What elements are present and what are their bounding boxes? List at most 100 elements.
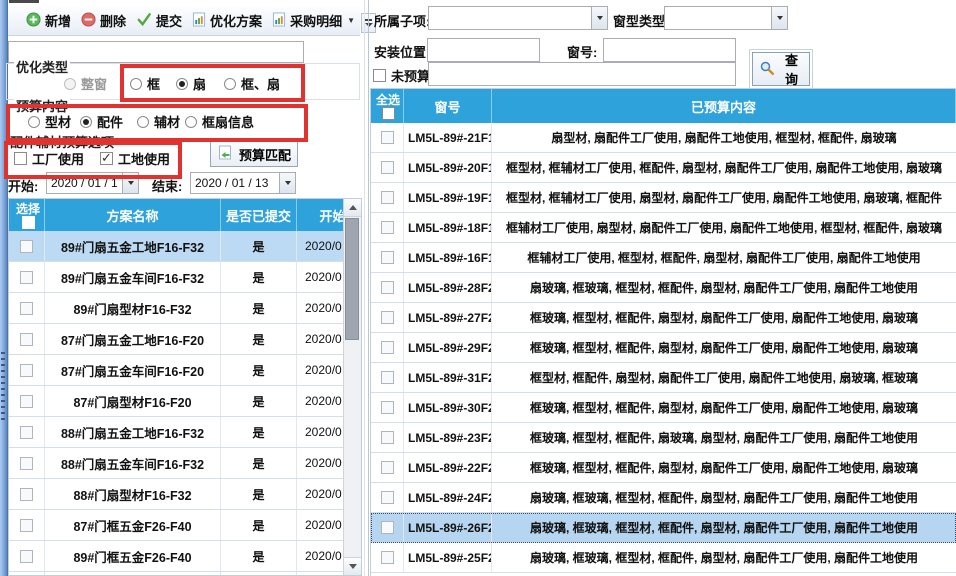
row-select-cell[interactable] (371, 213, 404, 242)
plan-table-row[interactable]: 89#门扇五金工地F16-F32是2020/0 (9, 231, 361, 262)
plan-table-row[interactable]: 88#门扇五金车间F16-F32是2020/0 (9, 448, 361, 479)
window-table-row[interactable]: LM5L-89#-16F15框辅材工厂使用, 框型材, 框配件, 扇型材, 扇配… (371, 243, 956, 273)
plan-table-row[interactable]: 87#门扇五金工地F16-F20是2020/0 (9, 324, 361, 355)
row-select-cell[interactable] (371, 453, 404, 482)
radio-profile[interactable]: 型材 (28, 112, 71, 131)
row-checkbox[interactable] (20, 550, 33, 563)
row-select-cell[interactable] (371, 363, 404, 392)
row-select-cell[interactable] (371, 183, 404, 212)
row-checkbox[interactable] (381, 491, 394, 504)
splitter-grip[interactable] (1, 352, 5, 424)
window-no-input[interactable] (603, 38, 736, 62)
plan-table-row[interactable]: 88#门框五金F21-F40是2020/0 (9, 572, 361, 576)
row-select-cell[interactable] (371, 423, 404, 452)
checkbox-factory-use[interactable]: 工厂使用 (14, 149, 84, 168)
select-all-checkbox[interactable] (382, 107, 395, 120)
plan-table-row[interactable]: 88#门扇五金工地F16-F32是2020/0 (9, 417, 361, 448)
row-select-cell[interactable] (371, 303, 404, 332)
plan-table-row[interactable]: 87#门扇五金车间F16-F20是2020/0 (9, 355, 361, 386)
radio-auxiliary[interactable]: 辅材 (137, 112, 180, 131)
panel-divider[interactable] (368, 0, 369, 576)
window-table-row[interactable]: LM5L-89#-18F16框辅材工厂使用, 扇型材, 扇配件工厂使用, 扇配件… (371, 213, 956, 243)
window-table-row[interactable]: LM5L-89#-30F28框玻璃, 框型材, 框配件, 扇型材, 扇配件工厂使… (371, 393, 956, 423)
row-select-cell[interactable] (371, 153, 404, 182)
row-checkbox[interactable] (20, 395, 33, 408)
row-checkbox[interactable] (20, 271, 33, 284)
row-checkbox[interactable] (20, 364, 33, 377)
row-checkbox[interactable] (381, 461, 394, 474)
vertical-scrollbar[interactable] (343, 199, 361, 575)
plan-table-row[interactable]: 89#门扇五金车间F16-F32是2020/0 (9, 262, 361, 293)
plan-table-row[interactable]: 87#门框五金F26-F40是2020/0 (9, 510, 361, 541)
row-select-cell[interactable] (9, 386, 45, 416)
row-checkbox[interactable] (20, 519, 33, 532)
window-table-row[interactable]: LM5L-89#-21F19扇型材, 扇配件工厂使用, 扇配件工地使用, 框型材… (371, 123, 956, 153)
row-checkbox[interactable] (20, 333, 33, 346)
no-budget-input[interactable] (428, 62, 736, 86)
row-select-cell[interactable] (9, 355, 45, 385)
radio-sash[interactable]: 扇 (176, 74, 206, 93)
optimize-plan-button[interactable]: 优化方案 (187, 9, 267, 32)
chevron-down-icon[interactable] (591, 7, 607, 29)
row-select-cell[interactable] (9, 510, 45, 540)
row-checkbox[interactable] (381, 431, 394, 444)
row-checkbox[interactable] (381, 161, 394, 174)
chevron-down-icon[interactable] (279, 173, 295, 193)
delete-button[interactable]: 删除 (76, 9, 131, 32)
radio-frame[interactable]: 框 (130, 74, 160, 93)
row-checkbox[interactable] (381, 221, 394, 234)
window-table-row[interactable]: LM5L-89#-29F27框玻璃, 框型材, 框配件, 扇型材, 扇配件工厂使… (371, 333, 956, 363)
row-checkbox[interactable] (20, 240, 33, 253)
plan-table-row[interactable]: 88#门扇型材F16-F32是2020/0 (9, 479, 361, 510)
row-select-cell[interactable] (9, 448, 45, 478)
row-checkbox[interactable] (381, 131, 394, 144)
radio-accessory[interactable]: 配件 (80, 112, 123, 131)
window-type-combobox[interactable] (664, 6, 788, 30)
row-select-cell[interactable] (9, 262, 45, 292)
row-checkbox[interactable] (381, 191, 394, 204)
scroll-up-icon[interactable] (344, 199, 361, 217)
sub-item-combobox[interactable] (428, 6, 608, 30)
row-select-cell[interactable] (9, 417, 45, 447)
row-select-cell[interactable] (371, 483, 404, 512)
plan-table-row[interactable]: 87#门扇型材F16-F20是2020/0 (9, 386, 361, 417)
row-checkbox[interactable] (381, 521, 394, 534)
row-select-cell[interactable] (371, 243, 404, 272)
row-select-cell[interactable] (371, 543, 404, 572)
row-checkbox[interactable] (20, 457, 33, 470)
row-select-cell[interactable] (9, 231, 45, 261)
row-select-cell[interactable] (9, 572, 45, 576)
row-checkbox[interactable] (381, 251, 394, 264)
row-checkbox[interactable] (20, 302, 33, 315)
chevron-down-icon[interactable] (122, 173, 138, 193)
budget-match-button[interactable]: 预算匹配 (210, 141, 298, 167)
query-button[interactable]: 查询 (752, 52, 810, 86)
chevron-down-icon[interactable] (771, 7, 787, 29)
window-table-row[interactable]: LM5L-89#-23F21框玻璃, 框型材, 框配件, 扇玻璃, 扇型材, 扇… (371, 423, 956, 453)
row-select-cell[interactable] (9, 293, 45, 323)
row-checkbox[interactable] (20, 488, 33, 501)
window-table-row[interactable]: LM5L-89#-22F20框玻璃, 框型材, 框配件, 扇型材, 扇配件工厂使… (371, 453, 956, 483)
row-select-cell[interactable] (371, 393, 404, 422)
window-table-row[interactable]: LM5L-89#-27F25框玻璃, 框型材, 框配件, 扇型材, 扇配件工厂使… (371, 303, 956, 333)
radio-whole-window[interactable]: 整窗 (64, 74, 107, 93)
row-checkbox[interactable] (381, 551, 394, 564)
checkbox-no-budget[interactable]: 未预算: (373, 66, 434, 85)
window-table-row[interactable]: LM5L-89#-28F26扇玻璃, 框玻璃, 框型材, 框配件, 扇型材, 扇… (371, 273, 956, 303)
scrollbar-thumb[interactable] (345, 218, 359, 340)
row-select-cell[interactable] (9, 324, 45, 354)
add-button[interactable]: 新增 (21, 9, 76, 32)
purchase-detail-button[interactable]: 采购明细 ▼ (267, 9, 360, 32)
plan-table-row[interactable]: 89#门扇型材F16-F32是2020/0 (9, 293, 361, 324)
window-table-row[interactable]: LM5L-89#-25F23扇玻璃, 框玻璃, 框型材, 框配件, 扇型材, 扇… (371, 543, 956, 573)
window-table-row[interactable]: LM5L-89#-31F29框型材, 框配件, 扇型材, 扇配件工厂使用, 扇配… (371, 363, 956, 393)
row-checkbox[interactable] (20, 426, 33, 439)
end-date-picker[interactable]: 2020 / 01 / 13 (190, 172, 296, 194)
submit-button[interactable]: 提交 (131, 9, 187, 32)
row-checkbox[interactable] (381, 371, 394, 384)
row-checkbox[interactable] (381, 281, 394, 294)
row-checkbox[interactable] (381, 311, 394, 324)
row-select-cell[interactable] (9, 541, 45, 571)
window-table-row[interactable]: LM5L-89#-24F22扇玻璃, 框玻璃, 框型材, 框配件, 扇型材, 扇… (371, 483, 956, 513)
window-table-row[interactable]: LM5L-89#-20F18框型材, 框辅材工厂使用, 框配件, 扇型材, 扇配… (371, 153, 956, 183)
